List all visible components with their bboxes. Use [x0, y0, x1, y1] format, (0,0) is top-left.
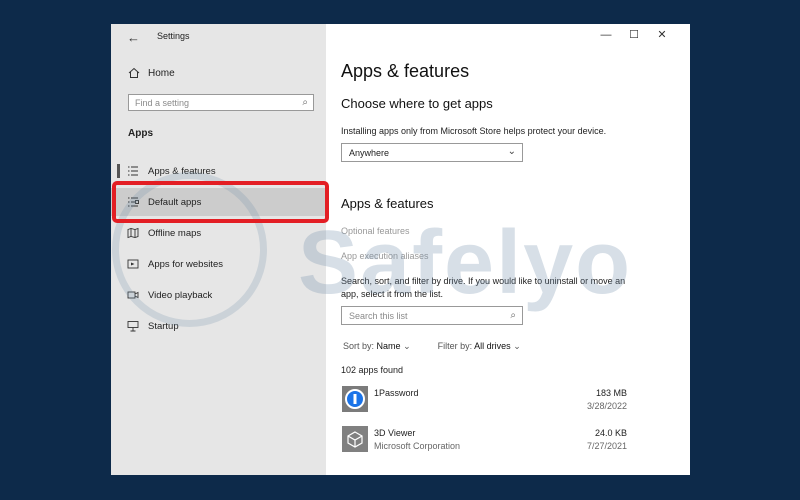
settings-window: ← Settings Home ⌕ Apps Apps & features D…: [111, 24, 690, 475]
list-icon: [128, 166, 138, 176]
find-setting-input[interactable]: [135, 96, 295, 110]
main-content: Apps & features Choose where to get apps…: [341, 24, 690, 475]
app-list-item[interactable]: 3D Viewer Microsoft Corporation 24.0 KB …: [341, 426, 631, 460]
sidebar-item-label: Apps for websites: [148, 259, 223, 270]
optional-features-link[interactable]: Optional features: [341, 226, 410, 236]
search-description-line2: app, select it from the list.: [341, 289, 444, 299]
sidebar-item-offline-maps[interactable]: Offline maps: [111, 219, 326, 247]
sidebar-home[interactable]: Home: [111, 64, 326, 86]
filter-value: All drives: [474, 341, 511, 351]
filter-control[interactable]: Filter by: All drives ⌄: [438, 341, 521, 351]
apps-found-count: 102 apps found: [341, 365, 404, 375]
highlight-box: [112, 181, 329, 223]
sidebar-home-label: Home: [148, 68, 175, 79]
sidebar-item-label: Video playback: [148, 290, 213, 301]
sidebar-section-title: Apps: [128, 128, 153, 139]
app-execution-aliases-link[interactable]: App execution aliases: [341, 251, 429, 261]
chevron-down-icon: ⌄: [403, 341, 411, 351]
app-publisher: Microsoft Corporation: [374, 441, 461, 451]
app-size: 24.0 KB: [594, 428, 627, 438]
choose-description: Installing apps only from Microsoft Stor…: [341, 126, 607, 136]
search-icon[interactable]: ⌕: [510, 310, 516, 321]
app-size: 183 MB: [595, 388, 627, 398]
video-icon: [127, 291, 139, 299]
chevron-down-icon: ⌄: [507, 146, 516, 157]
startup-icon: [127, 321, 139, 332]
app-list-item[interactable]: 1Password 183 MB 3/28/2022: [341, 386, 631, 420]
section-heading: Apps & features: [341, 196, 434, 211]
sort-label: Sort by:: [343, 341, 375, 351]
web-app-icon: [127, 259, 139, 269]
filter-label: Filter by:: [437, 341, 473, 351]
sort-control[interactable]: Sort by: Name ⌄: [343, 341, 411, 351]
home-icon: [128, 67, 140, 78]
app-date: 3/28/2022: [586, 401, 627, 411]
app-date: 7/27/2021: [586, 441, 627, 451]
app-name: 1Password: [374, 388, 419, 398]
choose-heading: Choose where to get apps: [341, 96, 493, 111]
sidebar: ← Settings Home ⌕ Apps Apps & features D…: [111, 24, 326, 475]
sidebar-item-video-playback[interactable]: Video playback: [111, 281, 326, 309]
page-title: Apps & features: [341, 61, 470, 81]
sidebar-item-apps-for-websites[interactable]: Apps for websites: [111, 250, 326, 278]
search-list-input[interactable]: [349, 309, 499, 323]
app-name: 3D Viewer: [374, 428, 416, 438]
app-source-dropdown[interactable]: Anywhere ⌄: [341, 143, 523, 162]
find-setting-search[interactable]: ⌕: [128, 94, 314, 111]
dropdown-value: Anywhere: [349, 148, 390, 158]
sidebar-item-label: Offline maps: [148, 228, 202, 239]
map-icon: [127, 227, 139, 239]
back-arrow-icon[interactable]: ←: [127, 30, 140, 45]
sort-value: Name: [376, 341, 401, 351]
search-list-box[interactable]: ⌕: [341, 306, 523, 325]
search-icon[interactable]: ⌕: [302, 97, 308, 108]
search-description-line1: Search, sort, and filter by drive. If yo…: [341, 276, 626, 286]
sidebar-item-label: Startup: [148, 321, 179, 332]
app-3d-viewer-icon: [342, 426, 368, 452]
sidebar-item-label: Apps & features: [148, 166, 216, 177]
sort-filter-row: Sort by: Name ⌄ Filter by: All drives ⌄: [343, 341, 521, 352]
sidebar-item-startup[interactable]: Startup: [111, 312, 326, 340]
app-1password-icon: [342, 386, 368, 412]
window-title: Settings: [157, 31, 190, 41]
chevron-down-icon: ⌄: [513, 341, 521, 351]
